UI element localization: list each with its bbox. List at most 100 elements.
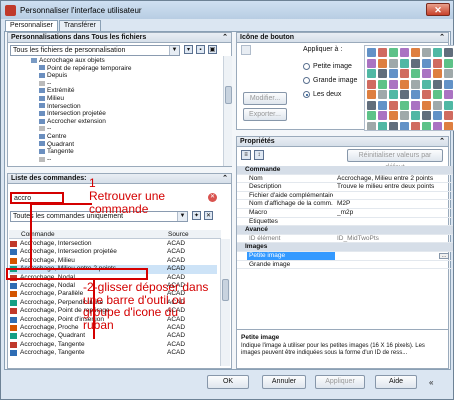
tree-node[interactable]: -- [9,125,225,133]
radio-both[interactable]: Les deux [303,91,341,98]
column-source[interactable]: Source [168,230,189,239]
ok-button[interactable]: OK [207,375,249,389]
gallery-icon[interactable] [400,90,409,99]
gallery-icon[interactable] [367,79,376,89]
gallery-icon[interactable] [367,48,376,57]
command-row[interactable]: Accrochage, Tangente ACAD [9,349,217,357]
gallery-icon[interactable] [444,100,453,110]
tree-node[interactable]: Extrémité [9,87,225,95]
tree-node[interactable]: Intersection [9,103,225,111]
gallery-icon[interactable] [444,121,453,130]
gallery-icon[interactable] [422,111,431,120]
gallery-icon[interactable] [411,48,420,57]
load-partial-icon[interactable]: ▣ [208,45,217,54]
gallery-icon[interactable] [422,121,431,130]
gallery-icon[interactable] [378,90,387,99]
property-row-small-image[interactable]: Petite image… [237,251,453,261]
category-images[interactable]: Images [237,243,453,252]
gallery-icon[interactable] [389,58,398,68]
column-command[interactable]: Commande [21,230,55,239]
customization-file-combo[interactable]: Tous les fichiers de personnalisation ▼ [10,45,180,56]
gallery-icon[interactable] [378,121,387,130]
gallery-icon[interactable] [367,69,376,78]
gallery-icon[interactable] [422,69,431,78]
gallery-icon[interactable] [411,90,420,99]
scroll-thumb[interactable] [225,86,232,104]
property-row-large-image[interactable]: Grande image [237,261,453,270]
property-row[interactable]: ID élément ID_MidTwoPts [237,235,453,244]
property-row[interactable]: Description Trouve le milieu entre deux p… [237,183,453,192]
property-row[interactable]: Etiquettes [237,218,453,227]
collapse-dialog-icon[interactable]: « [429,378,433,387]
tree-node[interactable]: Intersection projetée [9,110,225,118]
gallery-icon[interactable] [378,79,387,89]
delete-command-icon[interactable]: ✕ [204,211,213,220]
gallery-icon[interactable] [378,48,387,57]
clear-search-icon[interactable]: ✕ [208,193,217,202]
command-row[interactable]: Accrochage, Tangente ACAD [9,341,217,349]
gallery-icon[interactable] [444,111,453,120]
tree-node-parent[interactable]: Accrochage aux objets [9,57,225,65]
gallery-icon[interactable] [433,58,442,68]
gallery-icon[interactable] [433,79,442,89]
tree-node[interactable]: Accrocher extension [9,118,225,126]
tree-scrollbar[interactable] [223,56,232,166]
modify-button[interactable]: Modifier... [243,92,287,105]
gallery-icon[interactable] [400,111,409,120]
gallery-icon[interactable] [411,111,420,120]
collapse-icon[interactable]: ⌃ [222,33,228,43]
tree-node[interactable]: -- [9,156,225,164]
gallery-icon[interactable] [389,79,398,89]
gallery-icon[interactable] [367,58,376,68]
close-button[interactable]: ✕ [426,3,450,16]
gallery-icon[interactable] [433,121,442,130]
collapse-icon[interactable]: ⌃ [439,137,445,147]
gallery-icon[interactable] [433,48,442,57]
gallery-icon[interactable] [400,58,409,68]
tree-node[interactable]: Quadrant [9,141,225,149]
gallery-icon[interactable] [444,79,453,89]
command-row[interactable]: Accrochage, Intersection ACAD [9,240,217,248]
gallery-icon[interactable] [444,90,453,99]
icon-gallery[interactable] [364,45,454,131]
tree-node[interactable]: Centre [9,133,225,141]
cancel-button[interactable]: Annuler [262,375,306,389]
gallery-icon[interactable] [433,100,442,110]
gallery-icon[interactable] [400,121,409,130]
gallery-icon[interactable] [433,69,442,78]
gallery-icon[interactable] [411,100,420,110]
gallery-icon[interactable] [433,90,442,99]
save-icon[interactable]: ▪ [196,45,205,54]
gallery-icon[interactable] [411,79,420,89]
command-row[interactable]: Accrochage, Quadrant ACAD [9,332,217,340]
gallery-icon[interactable] [422,100,431,110]
gallery-icon[interactable] [389,90,398,99]
tree-node[interactable]: Milieu [9,95,225,103]
sort-az-icon[interactable]: ↕ [254,150,264,160]
command-row[interactable]: Accrochage, Milieu ACAD [9,257,217,265]
reset-defaults-button[interactable]: Réinitialiser valeurs par défaut [347,149,443,171]
gallery-icon[interactable] [389,100,398,110]
open-file-icon[interactable]: ▾ [184,45,193,54]
gallery-icon[interactable] [411,69,420,78]
gallery-icon[interactable] [378,69,387,78]
tree-node[interactable]: -- [9,80,225,88]
gallery-icon[interactable] [444,58,453,68]
gallery-icon[interactable] [378,58,387,68]
gallery-icon[interactable] [389,69,398,78]
gallery-icon[interactable] [433,111,442,120]
browse-button[interactable]: … [439,252,449,259]
collapse-icon[interactable]: ⌃ [439,33,445,43]
gallery-icon[interactable] [400,79,409,89]
tree-node[interactable]: Tangente [9,148,225,156]
gallery-icon[interactable] [422,90,431,99]
gallery-icon[interactable] [378,100,387,110]
command-row[interactable]: Accrochage, Intersection projetée ACAD [9,248,217,256]
gallery-icon[interactable] [444,48,453,57]
gallery-icon[interactable] [444,69,453,78]
gallery-icon[interactable] [422,48,431,57]
gallery-icon[interactable] [367,100,376,110]
gallery-icon[interactable] [389,111,398,120]
gallery-icon[interactable] [389,121,398,130]
apply-button[interactable]: Appliquer [315,375,365,389]
